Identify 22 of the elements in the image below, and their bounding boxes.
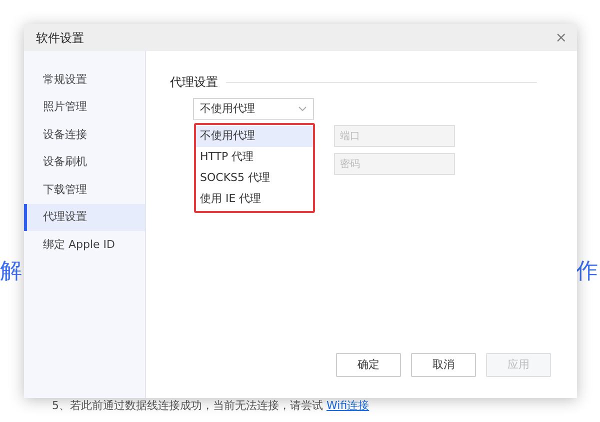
sidebar-item[interactable]: 代理设置 bbox=[24, 204, 145, 231]
sidebar-item[interactable]: 设备刷机 bbox=[24, 148, 145, 176]
chevron-down-icon bbox=[298, 106, 307, 112]
wifi-link[interactable]: Wifi连接 bbox=[326, 399, 370, 412]
sidebar-item[interactable]: 照片管理 bbox=[24, 94, 145, 121]
section-title: 代理设置 bbox=[170, 74, 218, 91]
sidebar-item[interactable]: 下载管理 bbox=[24, 176, 145, 204]
proxy-select[interactable]: 不使用代理 bbox=[193, 98, 314, 120]
headline-text: 作 bbox=[576, 258, 598, 286]
dropdown-option[interactable]: 使用 IE 代理 bbox=[196, 189, 313, 210]
dropdown-option[interactable]: 不使用代理 bbox=[196, 126, 313, 147]
sidebar-item[interactable]: 设备连接 bbox=[24, 121, 145, 148]
headline-text: 解 bbox=[0, 258, 22, 286]
dropdown-option[interactable]: HTTP 代理 bbox=[196, 147, 313, 168]
sidebar-item[interactable]: 绑定 Apple ID bbox=[24, 231, 145, 258]
sidebar-item[interactable]: 常规设置 bbox=[24, 66, 145, 94]
tip-text: 5、若此前通过数据线连接成功，当前无法连接，请尝试 Wifi连接 bbox=[52, 398, 370, 414]
dialog-title: 软件设置 bbox=[36, 30, 84, 46]
dropdown-option[interactable]: SOCKS5 代理 bbox=[196, 168, 313, 189]
dialog-button[interactable]: 确定 bbox=[336, 353, 401, 377]
dialog-button[interactable]: 取消 bbox=[411, 353, 476, 377]
close-button[interactable]: × bbox=[555, 30, 567, 44]
